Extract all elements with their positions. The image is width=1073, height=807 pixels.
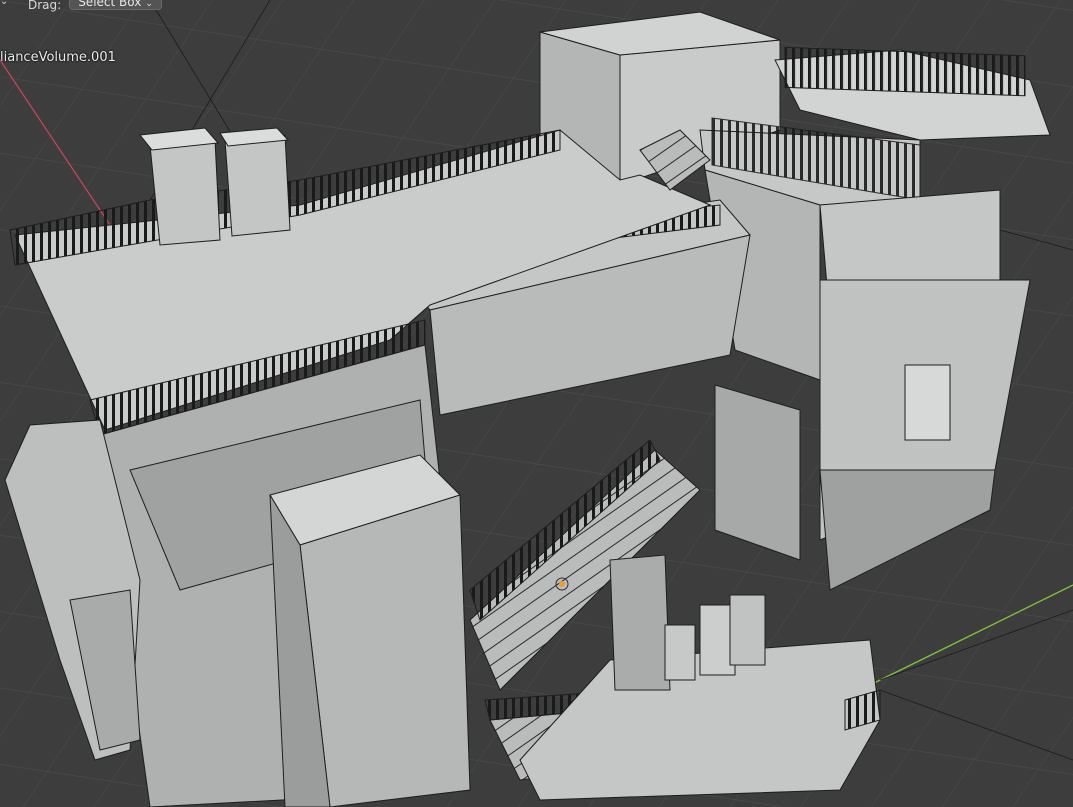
chevron-down-icon[interactable]: ⌄ bbox=[0, 0, 8, 7]
chimney-1-front bbox=[149, 139, 221, 246]
select-mode-label: Select Box bbox=[78, 0, 142, 9]
front-box-front bbox=[299, 494, 471, 807]
chevron-down-icon: ⌄ bbox=[145, 0, 153, 9]
chimney-2-front bbox=[224, 134, 291, 237]
3d-viewport[interactable] bbox=[0, 0, 1073, 807]
viewport-header: ⌄ Drag: Select Box ⌄ bbox=[0, 0, 162, 12]
drag-label: Drag: bbox=[28, 0, 62, 12]
vertical-fins bbox=[714, 384, 801, 561]
support-column bbox=[609, 554, 671, 691]
select-mode-dropdown[interactable]: Select Box ⌄ bbox=[69, 0, 162, 10]
active-object-name: lianceVolume.001 bbox=[0, 50, 116, 65]
right-rail-top bbox=[784, 46, 1026, 97]
crate-1 bbox=[664, 624, 696, 681]
crate-3 bbox=[729, 594, 766, 666]
window-panel bbox=[904, 364, 951, 441]
